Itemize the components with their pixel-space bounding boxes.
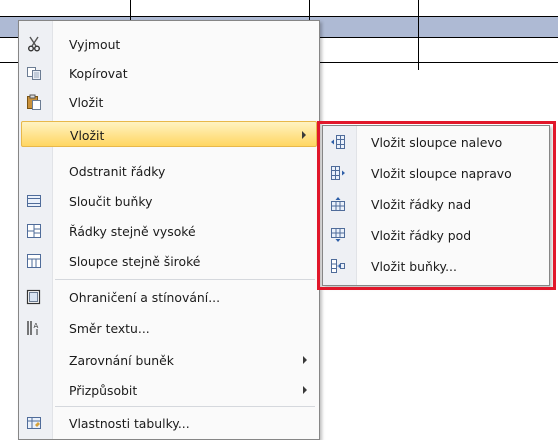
submenu-item-label: Vložit sloupce napravo — [371, 166, 512, 181]
menu-item-label: Kopírovat — [69, 66, 128, 81]
menu-item-label: Vyjmout — [69, 37, 121, 52]
text-direction-icon: A — [26, 320, 42, 336]
submenu-item-insert-rows-above[interactable]: Vložit řádky nad — [325, 191, 547, 217]
menu-item-cell-alignment[interactable]: Zarovnání buněk — [21, 347, 317, 373]
insert-rows-below-icon — [330, 227, 346, 243]
menu-item-label: Směr textu... — [69, 321, 150, 336]
menu-item-delete-rows[interactable]: Odstranit řádky — [21, 158, 317, 184]
menu-separator — [55, 406, 315, 407]
submenu-item-label: Vložit sloupce nalevo — [371, 135, 503, 150]
menu-item-table-properties[interactable]: Vlastnosti tabulky... — [21, 410, 317, 436]
submenu-arrow-icon — [303, 386, 307, 394]
menu-item-distribute-cols[interactable]: Sloupce stejně široké — [21, 248, 317, 274]
table-border — [0, 16, 558, 17]
insert-submenu: Vložit sloupce nalevo Vložit sloupce nap… — [322, 125, 550, 286]
distribute-columns-icon — [26, 253, 42, 269]
menu-item-label: Řádky stejně vysoké — [69, 224, 196, 239]
submenu-item-insert-cols-left[interactable]: Vložit sloupce nalevo — [325, 129, 547, 155]
menu-item-label: Odstranit řádky — [69, 164, 166, 179]
submenu-item-insert-cells[interactable]: Vložit buňky... — [325, 253, 547, 279]
scissors-icon — [26, 36, 42, 52]
menu-item-label: Sloučit buňky — [69, 194, 153, 209]
menu-item-label: Vložit — [70, 128, 105, 143]
menu-item-label: Ohraničení a stínování... — [69, 290, 221, 305]
distribute-rows-icon — [26, 223, 42, 239]
menu-item-merge-cells[interactable]: Sloučit buňky — [21, 188, 317, 214]
submenu-item-label: Vložit buňky... — [371, 259, 457, 274]
paste-icon — [26, 94, 42, 110]
insert-columns-right-icon — [330, 165, 346, 181]
menu-item-label: Zarovnání buněk — [69, 353, 174, 368]
submenu-item-insert-cols-right[interactable]: Vložit sloupce napravo — [325, 160, 547, 186]
insert-rows-above-icon — [330, 196, 346, 212]
submenu-arrow-icon — [303, 356, 307, 364]
menu-item-autofit[interactable]: Přizpůsobit — [21, 377, 317, 403]
menu-item-label: Přizpůsobit — [69, 383, 138, 398]
menu-item-paste[interactable]: Vložit — [21, 89, 317, 115]
menu-item-copy[interactable]: Kopírovat — [21, 60, 317, 86]
menu-item-borders[interactable]: Ohraničení a stínování... — [21, 284, 317, 310]
menu-item-label: Sloupce stejně široké — [69, 254, 201, 269]
svg-text:A: A — [34, 322, 39, 330]
submenu-arrow-icon — [302, 131, 306, 139]
menu-item-distribute-rows[interactable]: Řádky stejně vysoké — [21, 218, 317, 244]
table-border — [418, 0, 419, 70]
menu-item-insert[interactable]: Vložit — [21, 121, 317, 147]
insert-columns-left-icon — [330, 134, 346, 150]
submenu-item-insert-rows-below[interactable]: Vložit řádky pod — [325, 222, 547, 248]
borders-icon — [26, 289, 42, 305]
insert-cells-icon — [330, 258, 346, 274]
context-menu: Vyjmout Kopírovat Vložit Vložit Odstrani… — [18, 20, 320, 440]
menu-item-label: Vložit — [69, 95, 104, 110]
menu-item-label: Vlastnosti tabulky... — [69, 416, 190, 431]
submenu-item-label: Vložit řádky nad — [371, 197, 472, 212]
table-properties-icon — [26, 415, 42, 431]
copy-icon — [26, 65, 42, 81]
menu-item-cut[interactable]: Vyjmout — [21, 31, 317, 57]
menu-separator — [55, 279, 315, 280]
merge-cells-icon — [26, 193, 42, 209]
submenu-item-label: Vložit řádky pod — [371, 228, 472, 243]
menu-item-text-direction[interactable]: A Směr textu... — [21, 315, 317, 341]
